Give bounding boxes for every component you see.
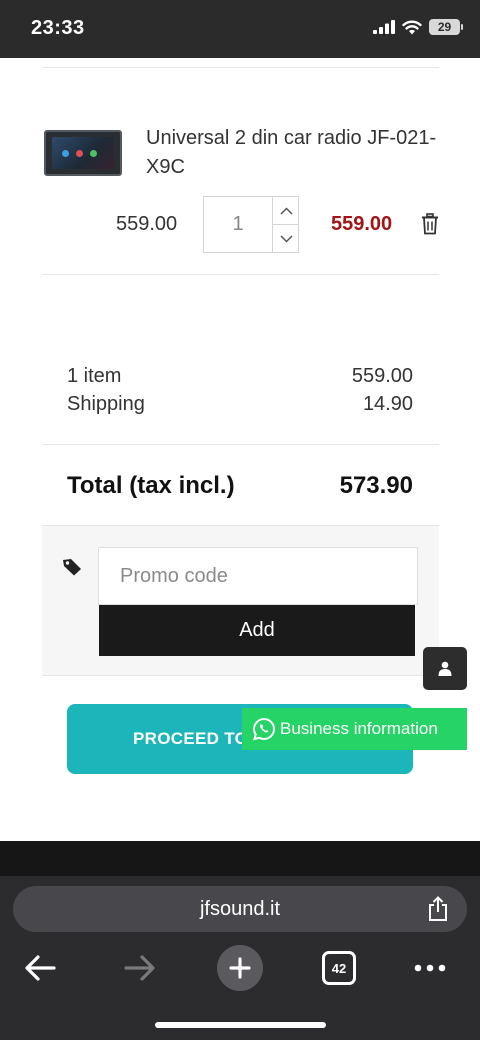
product-name[interactable]: Universal 2 din car radio JF-021-X9C xyxy=(146,124,446,182)
wifi-icon xyxy=(402,20,422,34)
forward-arrow-icon xyxy=(124,955,155,981)
total-value: 573.90 xyxy=(339,472,413,499)
chevron-down-icon xyxy=(279,235,293,243)
promo-section: Add xyxy=(42,525,439,676)
quantity-stepper xyxy=(203,196,299,253)
user-icon xyxy=(438,661,452,676)
chevron-up-icon xyxy=(279,206,293,215)
quantity-decrease-button[interactable] xyxy=(272,225,299,253)
unit-price: 559.00 xyxy=(116,213,178,235)
checkout-label: PROCEED TO xyxy=(133,729,249,748)
whatsapp-label: Business information xyxy=(280,719,438,738)
items-subtotal: 559.00 xyxy=(351,365,413,387)
quantity-increase-button[interactable] xyxy=(272,197,299,225)
url-text: jfsound.it xyxy=(199,897,281,920)
total-row: Total (tax incl.) 573.90 xyxy=(67,472,413,500)
share-icon[interactable] xyxy=(426,896,450,922)
forward-button[interactable] xyxy=(122,946,158,990)
more-icon xyxy=(414,964,446,972)
browser-toolbar: jfsound.it 42 xyxy=(0,876,480,1040)
new-tab-button[interactable] xyxy=(217,945,263,991)
items-count-label: 1 item xyxy=(67,365,122,387)
tabs-count: 42 xyxy=(331,960,347,976)
promo-code-input[interactable] xyxy=(98,547,418,605)
status-icons: 29 xyxy=(373,19,463,35)
add-promo-button[interactable]: Add xyxy=(99,605,415,656)
status-bar: 23:33 29 xyxy=(0,0,480,58)
back-button[interactable] xyxy=(22,946,58,990)
shipping-value: 14.90 xyxy=(362,393,413,415)
whatsapp-icon xyxy=(253,717,275,741)
back-arrow-icon xyxy=(25,955,56,981)
trash-icon[interactable] xyxy=(421,213,439,235)
cart-page: Universal 2 din car radio JF-021-X9C 559… xyxy=(0,58,480,841)
user-account-button[interactable] xyxy=(423,647,467,690)
status-time: 23:33 xyxy=(31,17,85,39)
footer-strip xyxy=(0,841,480,876)
shipping-label: Shipping xyxy=(67,393,145,415)
shipping-summary-row: Shipping 14.90 xyxy=(67,393,413,416)
summary-divider xyxy=(42,444,439,445)
product-image[interactable] xyxy=(44,130,122,176)
item-divider xyxy=(42,274,439,275)
address-bar[interactable]: jfsound.it xyxy=(13,886,467,932)
line-total: 559.00 xyxy=(331,213,393,235)
total-label: Total (tax incl.) xyxy=(67,472,235,499)
signal-icon xyxy=(373,20,395,34)
quantity-input[interactable] xyxy=(204,197,272,252)
battery-icon: 29 xyxy=(429,19,463,35)
items-summary-row: 1 item 559.00 xyxy=(67,365,413,388)
top-divider xyxy=(42,67,439,68)
tabs-button[interactable]: 42 xyxy=(322,951,356,985)
home-indicator xyxy=(155,1022,326,1028)
plus-icon xyxy=(229,957,251,979)
tag-icon xyxy=(63,559,81,576)
more-menu-button[interactable] xyxy=(412,946,448,990)
whatsapp-business-button[interactable]: Business information xyxy=(242,708,467,750)
battery-level: 29 xyxy=(437,20,452,34)
